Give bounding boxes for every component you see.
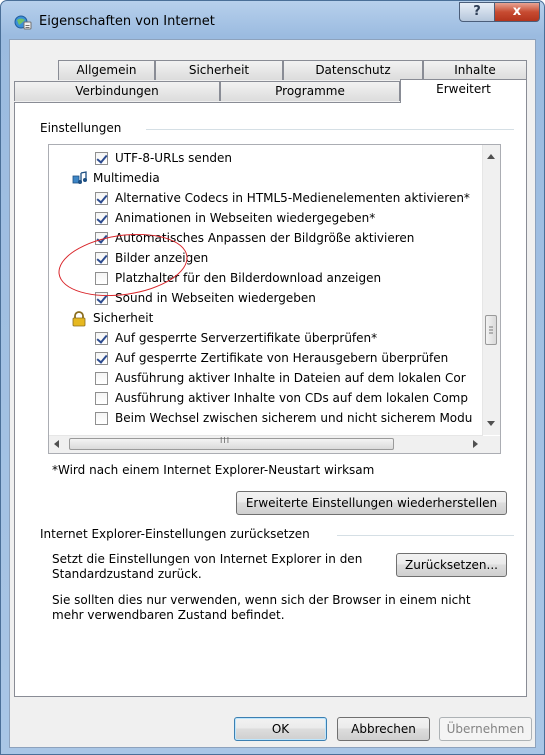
- checkbox[interactable]: [95, 192, 108, 205]
- checkbox-label: Sound in Webseiten wiedergeben: [115, 291, 316, 305]
- restart-note: *Wird nach einem Internet Explorer-Neust…: [52, 463, 375, 477]
- checkbox-label: UTF-8-URLs senden: [115, 151, 233, 165]
- horizontal-scrollbar[interactable]: III: [49, 435, 483, 453]
- tab-programme[interactable]: Programme: [220, 81, 400, 101]
- reset-group-divider: [337, 535, 514, 536]
- checkbox[interactable]: [95, 392, 108, 405]
- reset-group-label: Internet Explorer-Einstellungen zurückse…: [40, 527, 310, 541]
- restore-advanced-settings-button[interactable]: Erweiterte Einstellungen wiederherstelle…: [236, 491, 507, 515]
- checkbox-label: Auf gesperrte Zertifikate von Herausgebe…: [115, 351, 449, 365]
- reset-warning-line1: Sie sollten dies nur verwenden, wenn sic…: [52, 593, 471, 607]
- lock-icon: [72, 311, 88, 327]
- scroll-grip-icon: III: [220, 436, 231, 445]
- apply-button[interactable]: Übernehmen: [439, 717, 532, 741]
- settings-category-label: Multimedia: [93, 171, 160, 185]
- checkbox[interactable]: [95, 152, 108, 165]
- tab-inhalte[interactable]: Inhalte: [423, 60, 527, 80]
- settings-group-divider: [146, 129, 514, 130]
- checkbox[interactable]: [95, 332, 108, 345]
- reset-warning-line2: mehr verwendbaren Zustand befindet.: [52, 608, 285, 622]
- scroll-right-icon[interactable]: [473, 440, 478, 448]
- scroll-down-icon[interactable]: [487, 421, 495, 426]
- vertical-scroll-thumb[interactable]: [485, 315, 497, 345]
- window-title: Eigenschaften von Internet: [39, 14, 215, 29]
- ok-button[interactable]: OK: [234, 717, 327, 741]
- checkbox-label: Beim Wechsel zwischen sicherem und nicht…: [115, 411, 473, 425]
- internet-options-icon: [14, 13, 32, 31]
- tab-allgemein[interactable]: Allgemein: [58, 60, 155, 80]
- multimedia-icon: [72, 171, 88, 187]
- checkbox[interactable]: [95, 352, 108, 365]
- reset-description-line2: Standardzustand zurück.: [52, 567, 202, 581]
- checkbox[interactable]: [95, 212, 108, 225]
- reset-description-line1: Setzt die Einstellungen von Internet Exp…: [52, 552, 363, 566]
- tab-verbindungen[interactable]: Verbindungen: [14, 81, 220, 101]
- reset-button[interactable]: Zurücksetzen...: [396, 553, 507, 577]
- tab-erweitert[interactable]: Erweitert: [400, 79, 527, 103]
- scroll-up-icon[interactable]: [487, 154, 495, 159]
- tab-datenschutz[interactable]: Datenschutz: [283, 60, 423, 80]
- checkbox-label: Alternative Codecs in HTML5-Medienelemen…: [115, 191, 470, 205]
- vertical-scrollbar[interactable]: [482, 145, 500, 435]
- checkbox-label: Ausführung aktiver Inhalte von CDs auf d…: [115, 391, 468, 405]
- title-bar[interactable]: Eigenschaften von Internet ? x: [1, 1, 544, 41]
- settings-list[interactable]: UTF-8-URLs senden Multimedia Alternative C…: [48, 144, 501, 454]
- settings-group-label: Einstellungen: [40, 121, 122, 135]
- tab-sicherheit[interactable]: Sicherheit: [155, 60, 283, 80]
- close-button[interactable]: x: [494, 2, 540, 22]
- help-button[interactable]: ?: [459, 2, 495, 22]
- cancel-button[interactable]: Abbrechen: [337, 717, 430, 741]
- scroll-left-icon[interactable]: [54, 440, 59, 448]
- horizontal-scroll-thumb[interactable]: III: [69, 436, 394, 450]
- checkbox-label: Auf gesperrte Serverzertifikate überprüf…: [115, 331, 378, 345]
- settings-category-label: Sicherheit: [93, 311, 154, 325]
- checkbox-label: Animationen in Webseiten wiedergegeben*: [115, 211, 376, 225]
- checkbox[interactable]: [95, 372, 108, 385]
- scrollbar-corner: [483, 436, 500, 453]
- checkbox-label: Ausführung aktiver Inhalte in Dateien au…: [115, 371, 466, 385]
- checkbox[interactable]: [95, 412, 108, 425]
